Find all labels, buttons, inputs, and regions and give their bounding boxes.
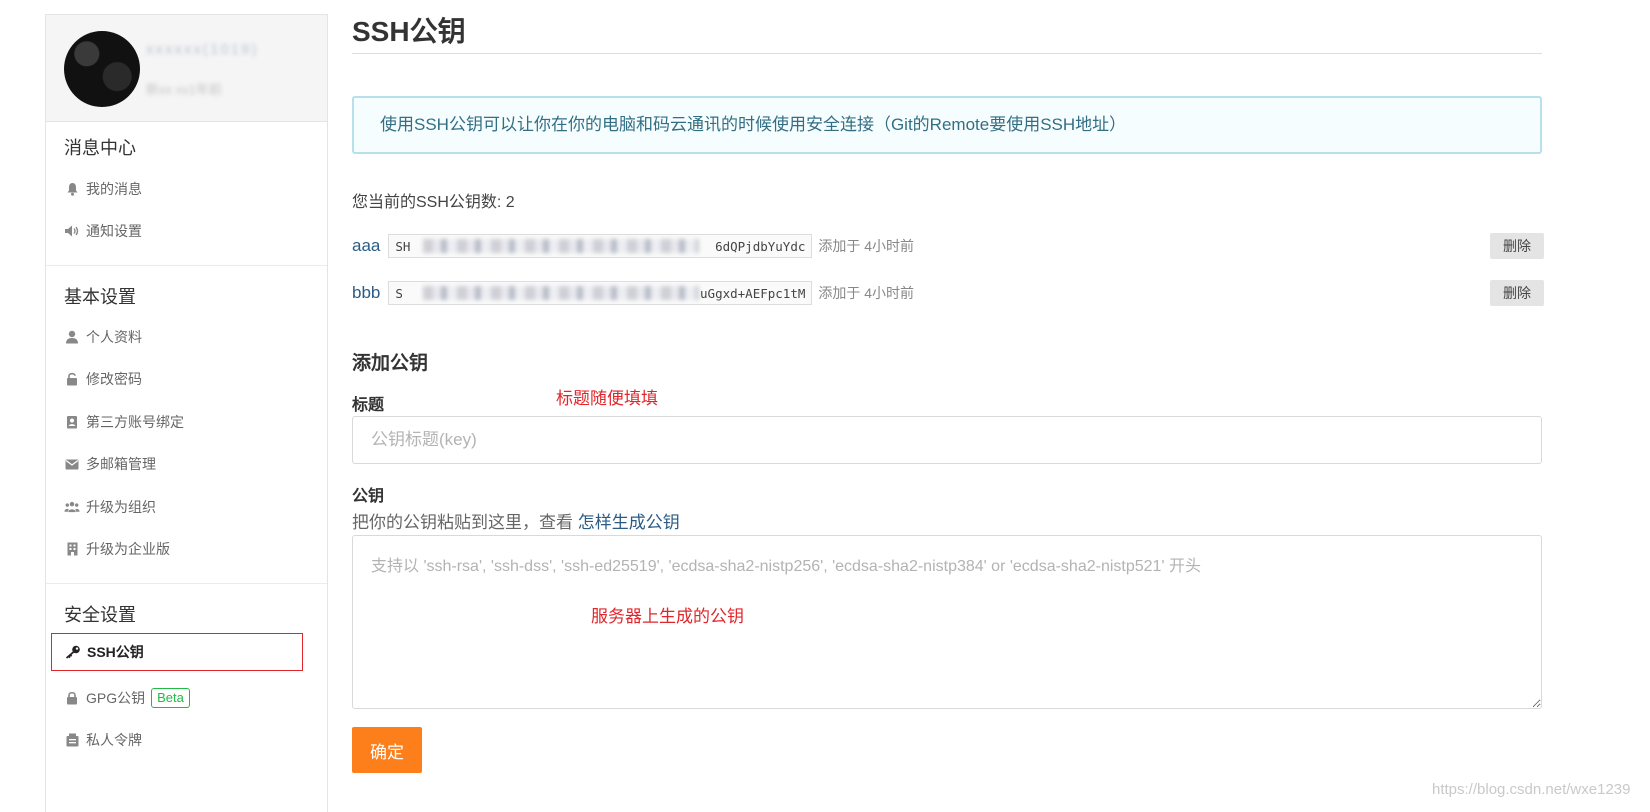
sidebar-item-profile[interactable]: 个人资料 [64, 326, 142, 348]
fingerprint-start: SH [395, 239, 411, 254]
profile-meta: 新xx xx1年前 [146, 82, 222, 97]
fingerprint-end: uGgxd+AEFpc1tM [700, 286, 806, 301]
fingerprint-end: 6dQPjdbYuYdc [715, 239, 806, 254]
settings-sidebar: xxxxxx(1019) 新xx xx1年前 消息中心 我的消息 通知设置 基本… [45, 14, 328, 812]
sidebar-divider [46, 265, 327, 266]
sidebar-item-label: 升级为企业版 [86, 541, 170, 557]
add-key-title: 添加公钥 [352, 353, 429, 374]
title-annotation: 标题随便填填 [556, 389, 658, 408]
ssh-key-fingerprint[interactable]: SH 6dQPjdbYuYdc [388, 234, 813, 258]
sidebar-item-email-management[interactable]: 多邮箱管理 [64, 453, 156, 475]
user-profile-card: xxxxxx(1019) 新xx xx1年前 [46, 15, 327, 122]
sidebar-item-ssh-keys[interactable]: SSH公钥 [51, 633, 303, 671]
key-field-label: 公钥 [352, 488, 385, 505]
building-icon [64, 542, 80, 556]
sidebar-item-change-password[interactable]: 修改密码 [64, 368, 142, 390]
key-title-input[interactable] [352, 416, 1542, 464]
ssh-key-added-time: 添加于 4小时前 [818, 238, 915, 254]
ssh-key-added-time: 添加于 4小时前 [818, 285, 915, 301]
sidebar-item-label: GPG公钥 [86, 690, 146, 706]
unlock-icon [64, 372, 80, 386]
ssh-key-name: aaa [352, 236, 381, 255]
envelope-icon [64, 459, 80, 470]
ssh-key-row: aaa SH 6dQPjdbYuYdc 添加于 4小时前 [352, 233, 914, 259]
fingerprint-start: S [395, 286, 403, 301]
delete-key-button[interactable]: 删除 [1490, 280, 1544, 306]
fingerprint-redacted [423, 286, 700, 300]
token-icon [64, 733, 80, 747]
ssh-key-name: bbb [352, 283, 381, 302]
sidebar-item-label: 私人令牌 [86, 732, 142, 748]
watermark: https://blog.csdn.net/wxe1239 [1432, 781, 1631, 798]
key-help-prefix: 把你的公钥粘贴到这里，查看 [352, 513, 573, 532]
group-icon [64, 501, 80, 513]
lock-icon [64, 691, 80, 705]
key-icon [65, 645, 81, 659]
how-to-generate-key-link[interactable]: 怎样生成公钥 [578, 513, 680, 532]
key-help-text: 把你的公钥粘贴到这里，查看 怎样生成公钥 [352, 508, 680, 533]
sidebar-item-upgrade-enterprise[interactable]: 升级为企业版 [64, 538, 170, 560]
sidebar-item-label: 第三方账号绑定 [86, 414, 184, 430]
sidebar-item-label: 修改密码 [86, 371, 142, 387]
avatar[interactable] [64, 31, 140, 107]
ssh-key-row: bbb S uGgxd+AEFpc1tM 添加于 4小时前 [352, 280, 914, 306]
delete-key-button[interactable]: 删除 [1490, 233, 1544, 259]
key-annotation: 服务器上生成的公钥 [591, 607, 744, 626]
beta-badge: Beta [151, 688, 190, 708]
profile-name[interactable]: xxxxxx(1019) [146, 41, 258, 58]
contact-card-icon [64, 415, 80, 429]
info-message: 使用SSH公钥可以让你在你的电脑和码云通讯的时候使用安全连接（Git的Remot… [352, 96, 1542, 154]
sidebar-item-my-messages[interactable]: 我的消息 [64, 178, 142, 200]
user-icon [64, 330, 80, 344]
sidebar-item-upgrade-organization[interactable]: 升级为组织 [64, 496, 156, 518]
submit-button[interactable]: 确定 [352, 727, 422, 773]
sidebar-item-label: 通知设置 [86, 223, 142, 239]
ssh-key-fingerprint[interactable]: S uGgxd+AEFpc1tM [388, 281, 813, 305]
speaker-icon [64, 224, 80, 238]
ssh-key-count: 您当前的SSH公钥数: 2 [352, 194, 515, 211]
public-key-textarea[interactable] [352, 535, 1542, 709]
sidebar-item-gpg-keys[interactable]: GPG公钥 Beta [64, 687, 190, 709]
sidebar-divider [46, 583, 327, 584]
sidebar-item-personal-tokens[interactable]: 私人令牌 [64, 729, 142, 751]
sidebar-item-label: 个人资料 [86, 329, 142, 345]
sidebar-item-third-party-binding[interactable]: 第三方账号绑定 [64, 411, 184, 433]
section-title-basic-settings: 基本设置 [64, 287, 136, 307]
sidebar-item-notification-settings[interactable]: 通知设置 [64, 220, 142, 242]
section-title-messages: 消息中心 [64, 138, 136, 158]
sidebar-item-label: SSH公钥 [87, 644, 144, 660]
section-title-security-settings: 安全设置 [64, 605, 136, 625]
sidebar-item-label: 我的消息 [86, 181, 142, 197]
sidebar-item-label: 升级为组织 [86, 499, 156, 515]
bell-icon [64, 182, 80, 196]
title-field-label: 标题 [352, 397, 385, 414]
page-title: SSH公钥 [352, 16, 466, 47]
fingerprint-redacted [423, 239, 700, 253]
sidebar-item-label: 多邮箱管理 [86, 456, 156, 472]
title-divider [352, 53, 1542, 54]
